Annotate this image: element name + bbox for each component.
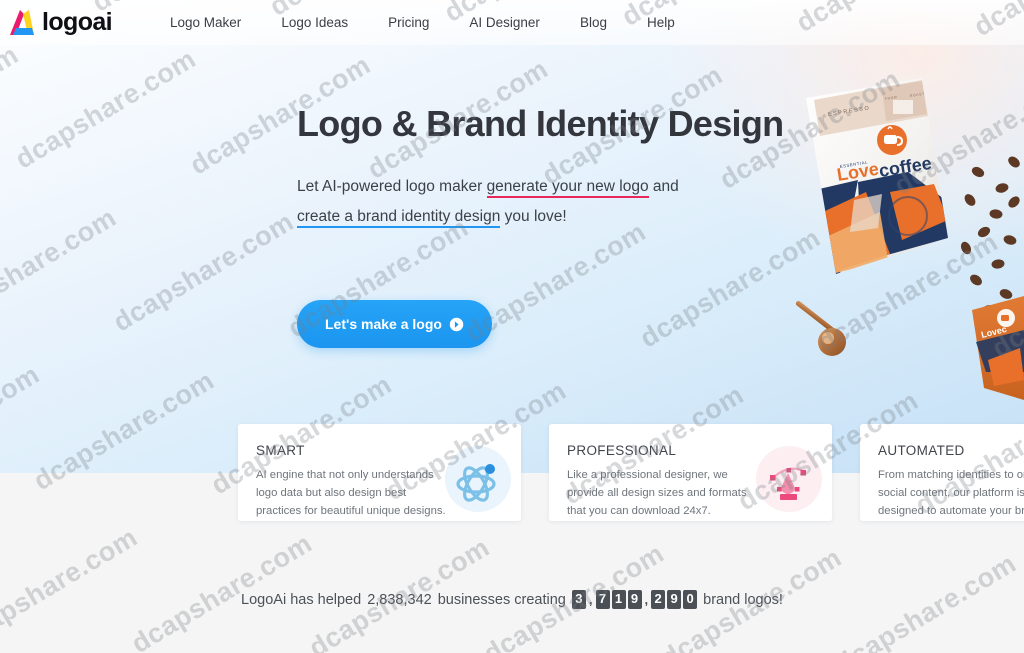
- hero-subtitle: Let AI-powered logo maker generate your …: [297, 172, 701, 232]
- card-description: AI engine that not only understands logo…: [256, 469, 446, 517]
- watermark-text: dcapshare.com: [0, 521, 143, 653]
- odometer-digit: 7: [595, 590, 610, 610]
- svg-text:Love: Love: [835, 159, 880, 185]
- card-title: AUTOMATED: [878, 443, 965, 458]
- odometer-comma: ,: [588, 592, 593, 608]
- primary-nav: Logo Maker Logo Ideas Pricing AI Designe…: [150, 9, 695, 36]
- logo-count-odometer: 3,719,290: [571, 590, 698, 610]
- nav-item-blog[interactable]: Blog: [560, 9, 627, 36]
- feature-card-automated[interactable]: AUTOMATED From matching identities to on…: [860, 424, 1024, 521]
- odometer-digit: 1: [611, 590, 626, 610]
- svg-text:coffee: coffee: [877, 153, 932, 181]
- svg-text:FROM: FROM: [885, 95, 898, 101]
- page-title: Logo & Brand Identity Design: [297, 103, 784, 144]
- hero-section: ESPRESSO FROM ROAST ESSENTIAL Love coffe…: [0, 0, 1024, 473]
- nav-item-ai-designer[interactable]: AI Designer: [449, 9, 560, 36]
- arrow-right-circle-icon: [449, 317, 464, 331]
- feature-card-list: SMART AI engine that not only understand…: [238, 424, 1024, 521]
- stats-counter: LogoAi has helped 2,838,342 businesses c…: [0, 590, 1024, 610]
- nav-item-logo-maker[interactable]: Logo Maker: [150, 9, 261, 36]
- svg-text:Lovec: Lovec: [980, 324, 1008, 340]
- logoai-triangle-mark-icon: [10, 9, 34, 35]
- subtitle-highlight-identity: create a brand identity design: [297, 207, 501, 228]
- pen-tool-icon: [770, 467, 806, 500]
- card-description: Like a professional designer, we provide…: [567, 469, 747, 517]
- subtitle-prefix: Let AI-powered logo maker: [297, 177, 487, 195]
- subtitle-suffix: you love!: [500, 207, 567, 225]
- svg-text:ROAST: ROAST: [910, 92, 926, 98]
- feature-card-professional[interactable]: PROFESSIONAL Like a professional designe…: [549, 424, 832, 521]
- odometer-digit: 9: [627, 590, 642, 610]
- feature-card-smart[interactable]: SMART AI engine that not only understand…: [238, 424, 521, 521]
- counter-prefix: LogoAi has helped: [241, 591, 362, 608]
- odometer-digit: 3: [571, 590, 586, 610]
- card-icon-wrap: [441, 446, 513, 518]
- nav-item-help[interactable]: Help: [627, 9, 695, 36]
- hero-copy-block: Logo & Brand Identity Design Let AI-powe…: [297, 104, 817, 232]
- odometer-comma: ,: [644, 592, 649, 608]
- top-navigation-bar: logoai Logo Maker Logo Ideas Pricing AI …: [0, 0, 1024, 45]
- make-a-logo-button[interactable]: Let's make a logo: [297, 300, 492, 348]
- subtitle-highlight-generate: generate your new logo: [486, 177, 649, 198]
- cta-label: Let's make a logo: [325, 316, 442, 332]
- odometer-digit: 0: [683, 590, 698, 610]
- odometer-digit: 9: [667, 590, 682, 610]
- card-description: From matching identities to on-brand soc…: [878, 469, 1024, 517]
- page-root: ESPRESSO FROM ROAST ESSENTIAL Love coffe…: [0, 0, 1024, 653]
- card-icon-wrap: [752, 446, 824, 518]
- brand-name: logoai: [42, 8, 113, 36]
- brand-logo-link[interactable]: logoai: [8, 8, 113, 38]
- svg-text:ESPRESSO: ESPRESSO: [827, 105, 870, 118]
- svg-text:ESSENTIAL: ESSENTIAL: [839, 160, 868, 169]
- counter-businesses: 2,838,342: [367, 591, 432, 608]
- odometer-digit: 2: [651, 590, 666, 610]
- nav-item-pricing[interactable]: Pricing: [368, 9, 449, 36]
- counter-suffix: brand logos!: [703, 591, 783, 608]
- subtitle-mid: and: [648, 177, 679, 195]
- atom-icon: [456, 464, 496, 502]
- nav-item-logo-ideas[interactable]: Logo Ideas: [261, 9, 368, 36]
- counter-middle: businesses creating: [437, 591, 566, 608]
